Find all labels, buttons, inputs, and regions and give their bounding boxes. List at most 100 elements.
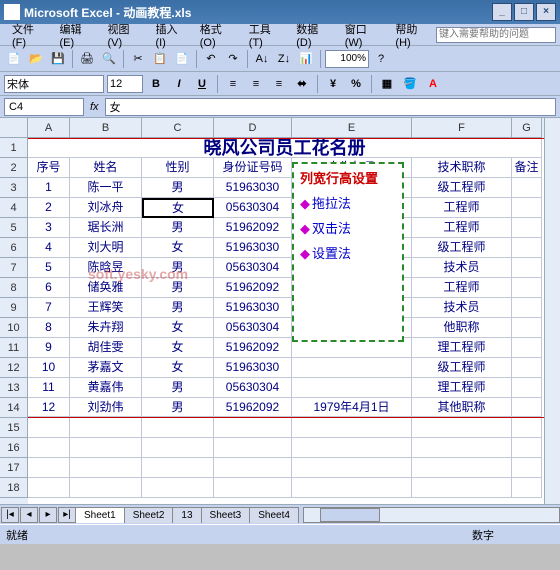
cell[interactable] xyxy=(292,458,412,478)
sheet-tab[interactable]: Sheet1 xyxy=(75,507,125,523)
cell[interactable]: 王辉笑 xyxy=(70,298,142,318)
cell[interactable] xyxy=(512,438,542,458)
row-header[interactable]: 15 xyxy=(0,418,28,438)
font-name-select[interactable] xyxy=(4,75,104,93)
align-center-button[interactable]: ≡ xyxy=(246,75,266,93)
cell[interactable]: 他职称 xyxy=(412,318,512,338)
cell[interactable]: 技术员 xyxy=(412,258,512,278)
cell[interactable]: 男 xyxy=(142,398,214,417)
copy-button[interactable]: 📋 xyxy=(150,49,170,69)
column-header[interactable]: C xyxy=(142,118,214,138)
cell[interactable] xyxy=(70,458,142,478)
cell[interactable]: 51962092 xyxy=(214,278,292,298)
redo-button[interactable]: ↷ xyxy=(223,49,243,69)
cell[interactable]: 女 xyxy=(142,318,214,338)
cell[interactable]: 级工程师 xyxy=(412,238,512,258)
cell[interactable]: 工程师 xyxy=(412,218,512,238)
percent-button[interactable]: % xyxy=(346,75,366,93)
bold-button[interactable]: B xyxy=(146,75,166,93)
cell[interactable]: 琚长洲 xyxy=(70,218,142,238)
cell[interactable]: 序号 xyxy=(28,158,70,178)
cell[interactable]: 51963030 xyxy=(214,358,292,378)
font-color-button[interactable]: A xyxy=(423,75,443,93)
cell[interactable] xyxy=(214,478,292,498)
cell[interactable]: 12 xyxy=(28,398,70,417)
cell[interactable]: 朱卉翔 xyxy=(70,318,142,338)
cell[interactable] xyxy=(512,278,542,298)
maximize-button[interactable]: □ xyxy=(514,3,534,21)
help-button[interactable]: ? xyxy=(371,49,391,69)
undo-button[interactable]: ↶ xyxy=(201,49,221,69)
cell[interactable]: 陈晗昱 xyxy=(70,258,142,278)
cell[interactable]: 理工程师 xyxy=(412,378,512,398)
sheet-tab[interactable]: Sheet3 xyxy=(201,507,251,523)
row-header[interactable]: 18 xyxy=(0,478,28,498)
sheet-tab[interactable]: Sheet2 xyxy=(124,507,174,523)
font-size-select[interactable] xyxy=(107,75,143,93)
cell[interactable]: 身份证号码 xyxy=(214,158,292,178)
cell[interactable] xyxy=(28,478,70,498)
column-header[interactable]: B xyxy=(70,118,142,138)
cell[interactable]: 女 xyxy=(142,358,214,378)
chart-button[interactable]: 📊 xyxy=(296,49,316,69)
row-header[interactable]: 11 xyxy=(0,338,28,358)
cell[interactable] xyxy=(412,478,512,498)
cell[interactable]: 51963030 xyxy=(214,238,292,258)
menu-format[interactable]: 格式(O) xyxy=(192,19,241,51)
align-right-button[interactable]: ≡ xyxy=(269,75,289,93)
column-header[interactable]: G xyxy=(512,118,542,138)
cell[interactable] xyxy=(512,418,542,438)
column-header[interactable]: F xyxy=(412,118,512,138)
formula-input[interactable]: 女 xyxy=(105,98,556,116)
cell[interactable]: 51963030 xyxy=(214,178,292,198)
underline-button[interactable]: U xyxy=(192,75,212,93)
name-box[interactable]: C4 xyxy=(4,98,84,116)
cell[interactable] xyxy=(512,338,542,358)
italic-button[interactable]: I xyxy=(169,75,189,93)
cell[interactable] xyxy=(28,458,70,478)
cell[interactable] xyxy=(512,398,542,417)
menu-data[interactable]: 数据(D) xyxy=(288,19,337,51)
cell[interactable]: 茅嘉文 xyxy=(70,358,142,378)
paste-button[interactable]: 📄 xyxy=(172,49,192,69)
cut-button[interactable]: ✂ xyxy=(128,49,148,69)
cell[interactable] xyxy=(292,378,412,398)
cell[interactable]: 8 xyxy=(28,318,70,338)
cell[interactable]: 储奂雅 xyxy=(70,278,142,298)
cell[interactable]: 刘冰舟 xyxy=(70,198,142,218)
cell[interactable]: 3 xyxy=(28,218,70,238)
vertical-scrollbar[interactable] xyxy=(544,118,560,504)
cell[interactable]: 刘大明 xyxy=(70,238,142,258)
cell[interactable]: 备注 xyxy=(512,158,542,178)
cell[interactable]: 05630304 xyxy=(214,318,292,338)
row-header[interactable]: 8 xyxy=(0,278,28,298)
cell[interactable]: 技术员 xyxy=(412,298,512,318)
cell[interactable] xyxy=(292,418,412,438)
sheet-nav-last[interactable]: ▸| xyxy=(58,507,76,523)
cell[interactable]: 2 xyxy=(28,198,70,218)
help-search-input[interactable] xyxy=(436,27,556,43)
cell[interactable]: 男 xyxy=(142,178,214,198)
cell[interactable] xyxy=(512,458,542,478)
cell[interactable] xyxy=(512,378,542,398)
menu-window[interactable]: 窗口(W) xyxy=(337,19,388,51)
row-header[interactable]: 7 xyxy=(0,258,28,278)
cell[interactable]: 男 xyxy=(142,298,214,318)
cell[interactable]: 05630304 xyxy=(214,258,292,278)
cell[interactable] xyxy=(512,178,542,198)
new-button[interactable]: 📄 xyxy=(4,49,24,69)
sheet-nav-first[interactable]: |◂ xyxy=(1,507,19,523)
cell[interactable]: 姓名 xyxy=(70,158,142,178)
print-button[interactable]: 🖨 xyxy=(77,49,97,69)
cell[interactable]: 晓风公司员工花名册 xyxy=(28,139,542,158)
row-header[interactable]: 10 xyxy=(0,318,28,338)
cell[interactable]: 胡佳雯 xyxy=(70,338,142,358)
column-header[interactable]: E xyxy=(292,118,412,138)
cell[interactable]: 技术职称 xyxy=(412,158,512,178)
align-left-button[interactable]: ≡ xyxy=(223,75,243,93)
row-header[interactable]: 2 xyxy=(0,158,28,178)
row-header[interactable]: 14 xyxy=(0,398,28,418)
cell[interactable] xyxy=(512,198,542,218)
cell[interactable] xyxy=(142,478,214,498)
cell[interactable]: 工程师 xyxy=(412,198,512,218)
